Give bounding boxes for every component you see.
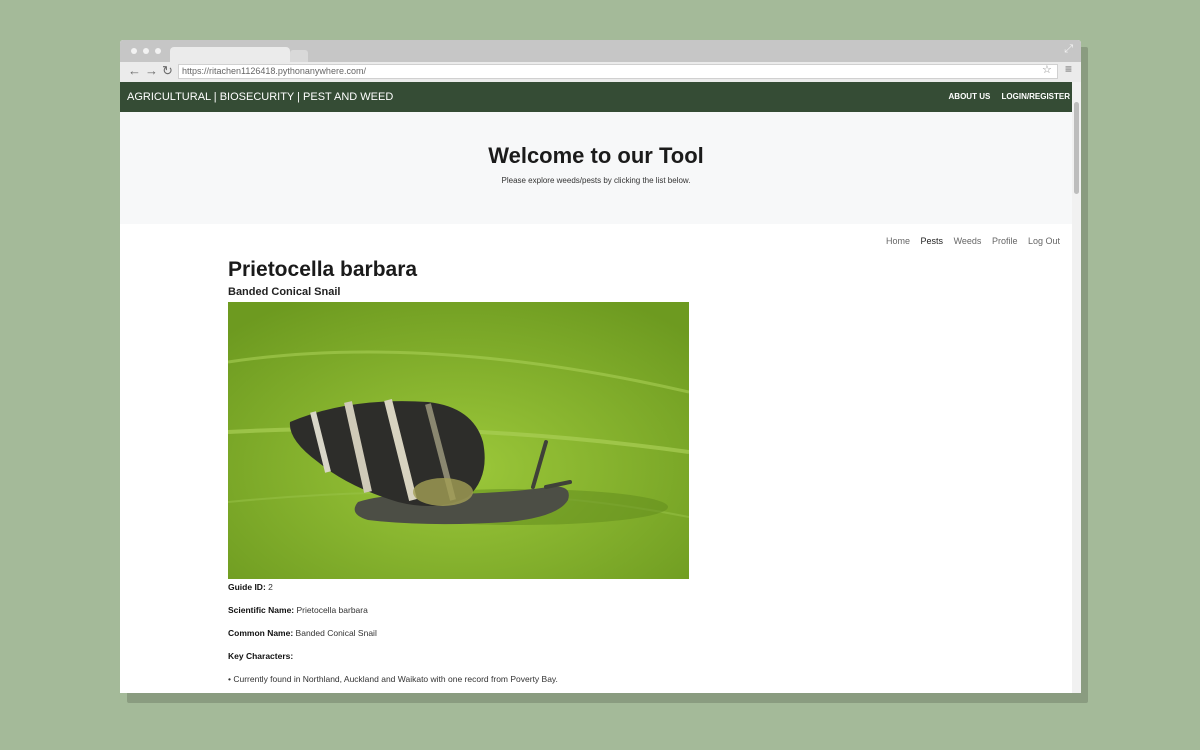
new-tab-button[interactable] (290, 50, 308, 62)
site-navbar: AGRICULTURAL | BIOSECURITY | PEST AND WE… (120, 82, 1072, 112)
nav-about-us[interactable]: ABOUT US (949, 92, 991, 101)
subnav-pests[interactable]: Pests (921, 236, 944, 246)
expand-icon[interactable]: ⤢ (1064, 43, 1073, 56)
nav-login-register[interactable]: LOGIN/REGISTER (1002, 92, 1070, 101)
secondary-nav: Home Pests Weeds Profile Log Out (878, 236, 1060, 246)
address-bar[interactable]: https://ritachen1126418.pythonanywhere.c… (178, 64, 1058, 79)
pest-common-title: Banded Conical Snail (228, 286, 341, 298)
back-icon[interactable]: ← (128, 64, 141, 78)
site-brand[interactable]: AGRICULTURAL | BIOSECURITY | PEST AND WE… (127, 91, 393, 103)
browser-window: ⤢ ← → ↻ https://ritachen1126418.pythonan… (120, 40, 1081, 693)
detail-common-name: Common Name: Banded Conical Snail (228, 628, 377, 638)
snail-illustration (228, 302, 689, 579)
subnav-weeds[interactable]: Weeds (954, 236, 982, 246)
forward-icon[interactable]: → (145, 64, 158, 78)
scrollbar-thumb[interactable] (1074, 102, 1079, 194)
subnav-profile[interactable]: Profile (992, 236, 1018, 246)
pest-detail: Prietocella barbara Banded Conical Snail (228, 256, 928, 693)
window-dot-icon (143, 48, 149, 54)
detail-scientific-name: Scientific Name: Prietocella barbara (228, 605, 368, 615)
window-dot-icon (131, 48, 137, 54)
key-character-item: • Currently found in Northland, Auckland… (228, 674, 558, 684)
hero-title: Welcome to our Tool (488, 143, 704, 168)
pest-photo (228, 302, 689, 579)
page-viewport: AGRICULTURAL | BIOSECURITY | PEST AND WE… (120, 82, 1072, 693)
pest-scientific-title: Prietocella barbara (228, 258, 418, 281)
menu-icon[interactable]: ≡ (1065, 62, 1072, 76)
browser-tab-bar: ⤢ (120, 40, 1081, 62)
subnav-home[interactable]: Home (886, 236, 910, 246)
hero-banner: Welcome to our Tool Please explore weeds… (120, 112, 1072, 224)
reload-icon[interactable]: ↻ (162, 64, 173, 78)
top-links: ABOUT US LOGIN/REGISTER (940, 92, 1070, 101)
scrollbar[interactable] (1072, 82, 1081, 693)
subnav-log-out[interactable]: Log Out (1028, 236, 1060, 246)
window-dot-icon (155, 48, 161, 54)
detail-key-characters: Key Characters: (228, 651, 294, 661)
hero-subtitle: Please explore weeds/pests by clicking t… (501, 176, 691, 185)
browser-tab-active[interactable] (170, 47, 290, 62)
star-icon[interactable]: ☆ (1042, 63, 1052, 76)
browser-toolbar: ← → ↻ https://ritachen1126418.pythonanyw… (120, 62, 1081, 82)
detail-guide-id: Guide ID: 2 (228, 582, 273, 592)
